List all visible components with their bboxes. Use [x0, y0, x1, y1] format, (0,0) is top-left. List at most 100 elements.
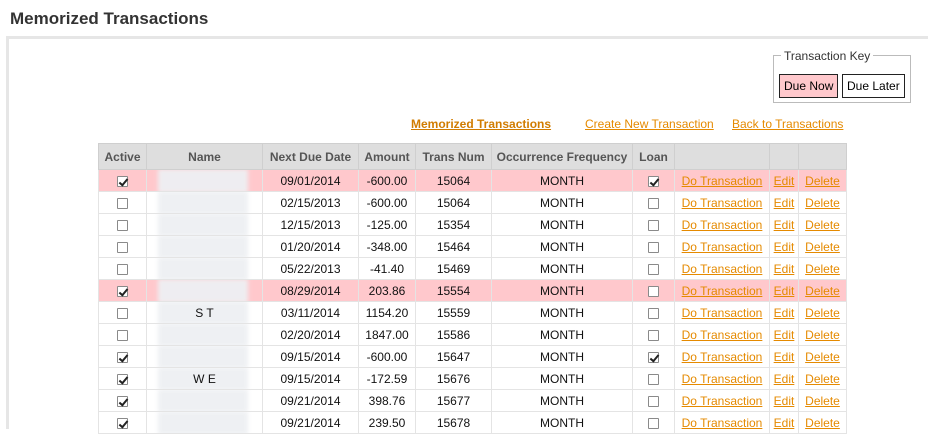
loan-cell — [632, 191, 675, 214]
active-checkbox[interactable] — [117, 263, 128, 275]
delete-link[interactable]: Delete — [805, 196, 840, 210]
delete-link[interactable]: Delete — [805, 240, 840, 254]
delete-link[interactable]: Delete — [805, 284, 840, 298]
edit-link[interactable]: Edit — [774, 218, 795, 232]
active-cell — [98, 213, 147, 236]
next-due-date: 02/15/2013 — [262, 191, 359, 214]
memorized-transactions-table: Active Name Next Due Date Amount Trans Num Oc… — [98, 143, 847, 434]
do-transaction-link[interactable]: Do Transaction — [682, 218, 763, 232]
trans-num: 15647 — [415, 345, 492, 368]
delete-cell: Delete — [798, 213, 847, 236]
do-transaction-link[interactable]: Do Transaction — [682, 174, 763, 188]
delete-cell: Delete — [798, 367, 847, 390]
do-transaction-link[interactable]: Do Transaction — [682, 328, 763, 342]
delete-link[interactable]: Delete — [805, 174, 840, 188]
redacted-name-blur — [158, 324, 248, 345]
delete-link[interactable]: Delete — [805, 372, 840, 386]
memorized-transactions-link[interactable]: Memorized Transactions — [411, 117, 551, 131]
delete-link[interactable]: Delete — [805, 416, 840, 430]
active-checkbox[interactable] — [117, 197, 128, 209]
do-transaction-link[interactable]: Do Transaction — [682, 372, 763, 386]
edit-link[interactable]: Edit — [774, 174, 795, 188]
do-transaction-link[interactable]: Do Transaction — [682, 306, 763, 320]
edit-link[interactable]: Edit — [774, 416, 795, 430]
back-to-transactions-link[interactable]: Back to Transactions — [732, 117, 843, 131]
delete-link[interactable]: Delete — [805, 306, 840, 320]
loan-checkbox[interactable] — [648, 395, 659, 407]
column-header: Loan — [632, 143, 675, 170]
do-transaction-cell: Do Transaction — [674, 213, 770, 236]
edit-link[interactable]: Edit — [774, 372, 795, 386]
active-checkbox[interactable] — [117, 175, 128, 187]
do-transaction-link[interactable]: Do Transaction — [682, 196, 763, 210]
edit-link[interactable]: Edit — [774, 350, 795, 364]
delete-link[interactable]: Delete — [805, 218, 840, 232]
do-transaction-cell: Do Transaction — [674, 191, 770, 214]
next-due-date: 09/21/2014 — [262, 389, 359, 412]
loan-checkbox[interactable] — [648, 329, 659, 341]
active-checkbox[interactable] — [117, 373, 128, 385]
amount: -41.40 — [358, 257, 416, 280]
edit-link[interactable]: Edit — [774, 284, 795, 298]
delete-link[interactable]: Delete — [805, 350, 840, 364]
loan-checkbox[interactable] — [648, 307, 659, 319]
table-row: 09/01/2014 -600.00 15064 MONTH Do Transactio… — [98, 169, 847, 192]
edit-link[interactable]: Edit — [774, 394, 795, 408]
loan-checkbox[interactable] — [648, 351, 659, 363]
delete-link[interactable]: Delete — [805, 394, 840, 408]
loan-checkbox[interactable] — [648, 241, 659, 253]
do-transaction-link[interactable]: Do Transaction — [682, 284, 763, 298]
loan-checkbox[interactable] — [648, 285, 659, 297]
loan-checkbox[interactable] — [648, 197, 659, 209]
table-row: S T 03/11/2014 1154.20 15559 MONTH Do Transac… — [98, 301, 847, 324]
edit-cell: Edit — [769, 279, 799, 302]
column-header: Next Due Date — [262, 143, 359, 170]
do-transaction-cell: Do Transaction — [674, 345, 770, 368]
active-checkbox[interactable] — [117, 285, 128, 297]
edit-link[interactable]: Edit — [774, 328, 795, 342]
edit-link[interactable]: Edit — [774, 306, 795, 320]
delete-link[interactable]: Delete — [805, 328, 840, 342]
next-due-date: 09/15/2014 — [262, 345, 359, 368]
loan-checkbox[interactable] — [648, 373, 659, 385]
loan-checkbox[interactable] — [648, 219, 659, 231]
amount: -172.59 — [358, 367, 416, 390]
do-transaction-link[interactable]: Do Transaction — [682, 394, 763, 408]
active-checkbox[interactable] — [117, 417, 128, 429]
amount: 239.50 — [358, 411, 416, 434]
loan-cell — [632, 345, 675, 368]
due-later-swatch: Due Later — [842, 74, 905, 98]
create-new-transaction-link[interactable]: Create New Transaction — [585, 117, 714, 131]
do-transaction-link[interactable]: Do Transaction — [682, 262, 763, 276]
active-checkbox[interactable] — [117, 241, 128, 253]
delete-cell: Delete — [798, 257, 847, 280]
loan-cell — [632, 411, 675, 434]
next-due-date: 08/29/2014 — [262, 279, 359, 302]
do-transaction-link[interactable]: Do Transaction — [682, 240, 763, 254]
edit-link[interactable]: Edit — [774, 262, 795, 276]
active-checkbox[interactable] — [117, 329, 128, 341]
delete-link[interactable]: Delete — [805, 262, 840, 276]
active-checkbox[interactable] — [117, 307, 128, 319]
do-transaction-link[interactable]: Do Transaction — [682, 350, 763, 364]
loan-checkbox[interactable] — [648, 417, 659, 429]
edit-link[interactable]: Edit — [774, 240, 795, 254]
loan-checkbox[interactable] — [648, 175, 659, 187]
trans-num: 15678 — [415, 411, 492, 434]
loan-checkbox[interactable] — [648, 263, 659, 275]
next-due-date: 05/22/2013 — [262, 257, 359, 280]
active-checkbox[interactable] — [117, 351, 128, 363]
redacted-name-blur — [158, 412, 248, 433]
loan-cell — [632, 169, 675, 192]
active-cell — [98, 411, 147, 434]
transaction-key-legend: Transaction Key — [781, 49, 874, 63]
active-checkbox[interactable] — [117, 395, 128, 407]
name-cell: W E — [146, 367, 263, 390]
delete-cell: Delete — [798, 279, 847, 302]
edit-cell: Edit — [769, 257, 799, 280]
do-transaction-link[interactable]: Do Transaction — [682, 416, 763, 430]
edit-link[interactable]: Edit — [774, 196, 795, 210]
delete-cell: Delete — [798, 389, 847, 412]
amount: -125.00 — [358, 213, 416, 236]
active-checkbox[interactable] — [117, 219, 128, 231]
